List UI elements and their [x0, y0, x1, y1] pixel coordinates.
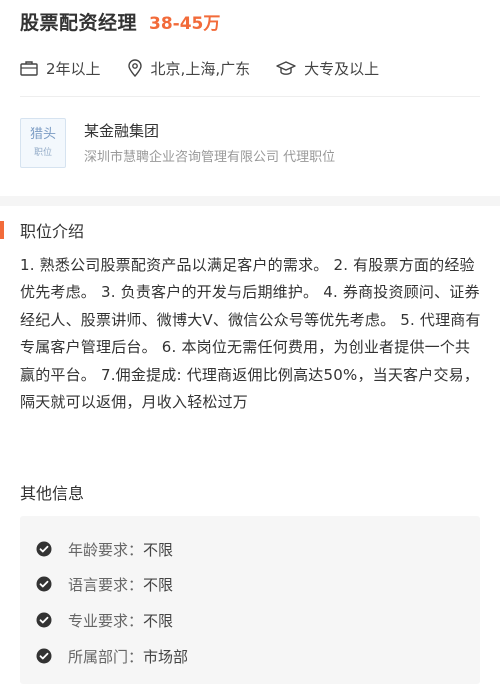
other-info-title: 其他信息: [20, 484, 85, 503]
salary: 38-45万: [149, 14, 221, 34]
company-agent: 深圳市慧聘企业咨询管理有限公司 代理职位: [84, 150, 336, 165]
company-name: 某金融集团: [84, 122, 160, 140]
divider: [20, 96, 480, 97]
company-card[interactable]: 猎头 职位 某金融集团 深圳市慧聘企业咨询管理有限公司 代理职位: [20, 118, 335, 174]
experience-text: 2年以上: [46, 59, 101, 78]
education-requirement: 大专及以上: [276, 58, 379, 79]
company-info: 某金融集团 深圳市慧聘企业咨询管理有限公司 代理职位: [84, 118, 335, 174]
section-separator: [0, 196, 500, 206]
info-item-department: 所属部门： 市场部: [36, 645, 188, 667]
check-circle-icon: [36, 576, 52, 592]
description-header: 职位介绍: [0, 218, 84, 242]
other-info-box: 年龄要求： 不限 语言要求： 不限 专业要求： 不限 所属部门： 市场部: [20, 516, 480, 684]
info-label: 专业要求：: [68, 611, 144, 630]
experience-requirement: 2年以上: [20, 58, 101, 79]
info-value: 不限: [143, 575, 174, 594]
location-text: 北京,上海,广东: [150, 59, 251, 78]
check-circle-icon: [36, 612, 52, 628]
job-description: 1. 熟悉公司股票配资产品以满足客户的需求。 2. 有股票方面的经验优先考虑。 …: [20, 256, 481, 412]
company-logo: 猎头 职位: [20, 118, 66, 168]
info-value: 不限: [143, 540, 174, 559]
location-pin-icon: [127, 59, 142, 77]
check-circle-icon: [36, 648, 52, 664]
info-value: 不限: [143, 611, 174, 630]
job-meta: 2年以上 北京,上海,广东 大专及以上: [20, 56, 405, 80]
info-item-language: 语言要求： 不限: [36, 573, 173, 595]
info-item-age: 年龄要求： 不限: [36, 538, 173, 560]
briefcase-icon: [20, 61, 38, 76]
info-label: 语言要求：: [68, 575, 144, 594]
check-circle-icon: [36, 541, 52, 557]
description-title: 职位介绍: [20, 222, 85, 241]
info-value: 市场部: [143, 647, 189, 666]
job-header: 股票配资经理 38-45万: [20, 8, 220, 36]
info-item-major: 专业要求： 不限: [36, 609, 173, 631]
education-text: 大专及以上: [304, 59, 380, 78]
location-requirement: 北京,上海,广东: [127, 58, 251, 79]
logo-position-text: 职位: [33, 148, 52, 158]
logo-headhunter-text: 猎头: [29, 127, 56, 142]
accent-bar: [0, 221, 4, 239]
graduation-cap-icon: [276, 61, 296, 75]
info-label: 所属部门：: [68, 647, 144, 666]
job-title: 股票配资经理: [20, 12, 138, 34]
info-label: 年龄要求：: [68, 540, 144, 559]
